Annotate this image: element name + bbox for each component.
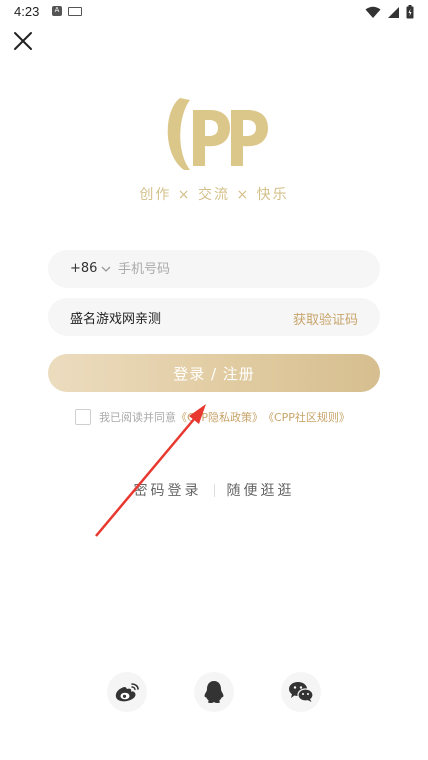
password-login-link[interactable]: 密码登录 — [134, 480, 202, 500]
divider — [213, 483, 215, 497]
notification-icons: A — [52, 6, 82, 16]
weibo-login-button[interactable] — [107, 672, 147, 712]
login-register-button[interactable]: 登录 / 注册 — [48, 354, 380, 392]
get-code-button[interactable]: 获取验证码 — [293, 309, 358, 328]
close-button[interactable] — [12, 30, 34, 52]
weibo-icon — [115, 683, 139, 702]
status-bar: 4:23 A — [0, 0, 428, 24]
keyboard-icon — [68, 6, 82, 16]
status-time: 4:23 — [14, 4, 40, 19]
agreement-checkbox[interactable] — [75, 409, 91, 425]
browse-link[interactable]: 随便逛逛 — [227, 480, 295, 500]
battery-icon — [406, 5, 414, 19]
alt-actions: 密码登录 随便逛逛 — [0, 480, 428, 500]
qq-login-button[interactable] — [194, 672, 234, 712]
signal-icon — [388, 6, 399, 18]
community-rules-link[interactable]: 《CPP社区规则》 — [263, 409, 350, 425]
verification-code-field: 获取验证码 — [48, 298, 380, 336]
country-code[interactable]: +86 — [70, 261, 97, 276]
phone-field: +86 — [48, 250, 380, 288]
close-icon — [14, 32, 32, 50]
notification-a-icon: A — [52, 6, 62, 16]
phone-input[interactable] — [118, 258, 358, 280]
privacy-policy-link[interactable]: 《CPP隐私政策》 — [176, 409, 263, 425]
verification-code-input[interactable] — [70, 306, 270, 328]
slogan: 创作 × 交流 × 快乐 — [139, 187, 289, 203]
wifi-icon — [365, 6, 381, 18]
cpp-logo — [167, 98, 268, 170]
qq-icon — [204, 681, 224, 703]
agreement-text: 我已阅读并同意 — [99, 411, 176, 424]
system-icons — [365, 5, 414, 19]
wechat-icon — [289, 682, 314, 702]
wechat-login-button[interactable] — [281, 672, 321, 712]
chevron-down-icon[interactable] — [100, 263, 112, 275]
agreement-row: 我已阅读并同意 《CPP隐私政策》 《CPP社区规则》 — [75, 408, 350, 426]
